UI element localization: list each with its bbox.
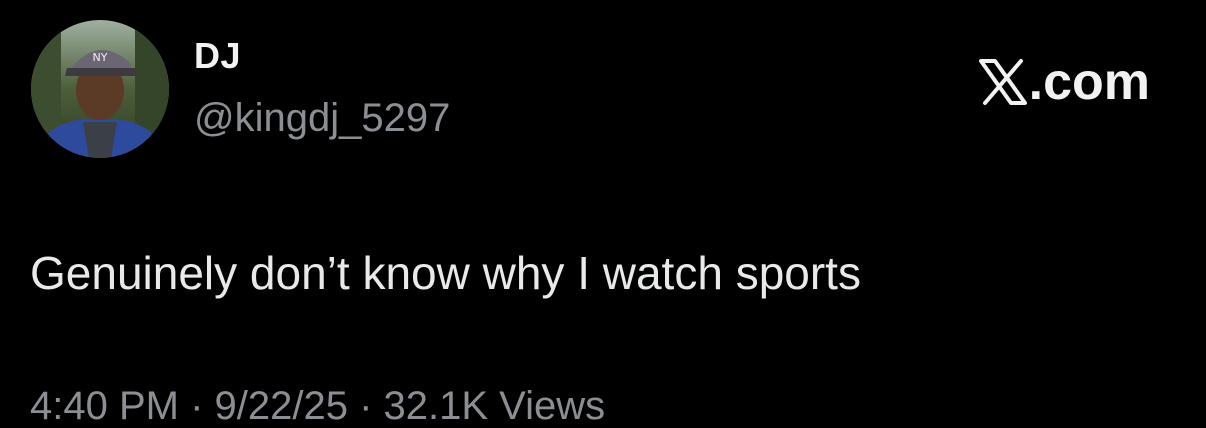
brand-watermark: .com: [978, 53, 1150, 111]
profile-photo-icon: NY: [31, 20, 169, 158]
tweet-text: Genuinely don’t know why I watch sports: [30, 247, 861, 299]
svg-text:NY: NY: [93, 51, 108, 64]
x-logo-icon: [978, 59, 1027, 105]
brand-suffix: .com: [1028, 53, 1150, 111]
author-name[interactable]: DJ: [194, 38, 241, 74]
avatar[interactable]: NY: [31, 20, 169, 158]
tweet-meta: 4:40 PM · 9/22/25 · 32.1K Views: [30, 384, 606, 428]
author-handle[interactable]: @kingdj_5297: [194, 98, 450, 138]
